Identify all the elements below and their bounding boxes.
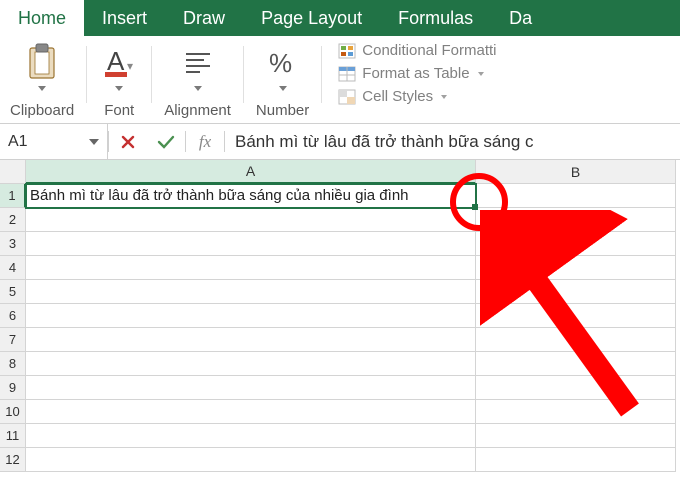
cell[interactable] [26,448,476,472]
fx-icon: fx [199,132,211,152]
chevron-down-icon [279,86,287,91]
cell[interactable] [476,304,676,328]
chevron-down-icon [115,86,123,91]
cell-styles-button[interactable]: Cell Styles [338,88,496,105]
group-label-number: Number [256,102,309,119]
row-header[interactable]: 4 [0,256,26,280]
cell[interactable] [26,328,476,352]
cell[interactable] [26,424,476,448]
tab-data[interactable]: Da [491,0,550,36]
group-font: A ▾ Font [99,42,139,121]
cell-styles-label: Cell Styles [362,88,433,105]
cell[interactable] [476,424,676,448]
row-header[interactable]: 10 [0,400,26,424]
cell[interactable] [476,352,676,376]
svg-text:▾: ▾ [127,59,133,73]
chevron-down-icon [194,86,202,91]
separator [151,46,152,103]
cell[interactable] [476,256,676,280]
row-header[interactable]: 9 [0,376,26,400]
cell[interactable] [26,376,476,400]
ribbon-tab-strip: Home Insert Draw Page Layout Formulas Da [0,0,680,36]
font-button[interactable]: A ▾ [99,42,139,91]
row-header[interactable]: 6 [0,304,26,328]
cell-a1[interactable]: Bánh mì từ lâu đã trở thành bữa sáng của… [26,184,476,208]
name-box[interactable]: A1 [0,124,108,159]
chevron-down-icon [478,72,484,76]
cell[interactable] [476,448,676,472]
cell-value: Bánh mì từ lâu đã trở thành bữa sáng của… [30,187,409,204]
cell[interactable] [26,304,476,328]
cell[interactable] [26,208,476,232]
separator [321,46,322,103]
cell[interactable] [26,232,476,256]
fx-button[interactable]: fx [186,124,224,159]
row-header[interactable]: 12 [0,448,26,472]
row-header[interactable]: 2 [0,208,26,232]
group-number: % Number [256,42,309,121]
conditional-formatting-label: Conditional Formatti [362,42,496,59]
cell[interactable] [26,352,476,376]
cell[interactable] [476,232,676,256]
cell[interactable] [476,208,676,232]
confirm-edit-button[interactable] [147,124,185,159]
cancel-edit-button[interactable] [109,124,147,159]
tab-page-layout[interactable]: Page Layout [243,0,380,36]
select-all-corner[interactable] [0,160,26,184]
cell[interactable] [476,400,676,424]
separator [86,46,87,103]
chevron-down-icon [441,95,447,99]
cell[interactable] [26,280,476,304]
group-alignment: Alignment [164,42,231,121]
cell[interactable] [476,280,676,304]
tab-formulas[interactable]: Formulas [380,0,491,36]
group-styles: Conditional Formatti Format as Table Cel… [334,42,496,121]
svg-text:%: % [269,48,292,78]
row-header[interactable]: 11 [0,424,26,448]
cell[interactable] [26,256,476,280]
paste-button[interactable] [25,42,59,91]
group-label-font: Font [104,102,134,119]
tab-home[interactable]: Home [0,0,84,36]
ribbon-toolbar: Clipboard A ▾ Font [0,36,680,124]
number-button[interactable]: % [263,42,303,91]
row-header[interactable]: 1 [0,184,26,208]
tab-insert[interactable]: Insert [84,0,165,36]
formula-bar: A1 fx Bánh mì từ lâu đã trở thành bữa sá… [0,124,680,160]
row-header[interactable]: 7 [0,328,26,352]
spreadsheet-grid: A B 1 Bánh mì từ lâu đã trở thành bữa sá… [0,160,680,472]
column-header-a[interactable]: A [26,160,476,184]
tab-draw[interactable]: Draw [165,0,243,36]
cell[interactable] [476,376,676,400]
group-label-alignment: Alignment [164,102,231,119]
row-header[interactable]: 8 [0,352,26,376]
format-as-table-button[interactable]: Format as Table [338,65,496,82]
conditional-formatting-button[interactable]: Conditional Formatti [338,42,496,59]
cell-b1[interactable] [476,184,676,208]
name-box-value: A1 [8,133,28,151]
cell[interactable] [476,328,676,352]
chevron-down-icon [89,139,99,145]
column-header-b[interactable]: B [476,160,676,184]
group-label-clipboard: Clipboard [10,102,74,119]
fill-handle[interactable] [472,204,478,210]
cell[interactable] [26,400,476,424]
format-as-table-label: Format as Table [362,65,469,82]
row-header[interactable]: 5 [0,280,26,304]
alignment-button[interactable] [178,42,218,91]
row-header[interactable]: 3 [0,232,26,256]
formula-input[interactable]: Bánh mì từ lâu đã trở thành bữa sáng c [225,132,680,152]
separator [243,46,244,103]
chevron-down-icon [38,86,46,91]
svg-text:A: A [107,46,125,76]
group-clipboard: Clipboard [10,42,74,121]
